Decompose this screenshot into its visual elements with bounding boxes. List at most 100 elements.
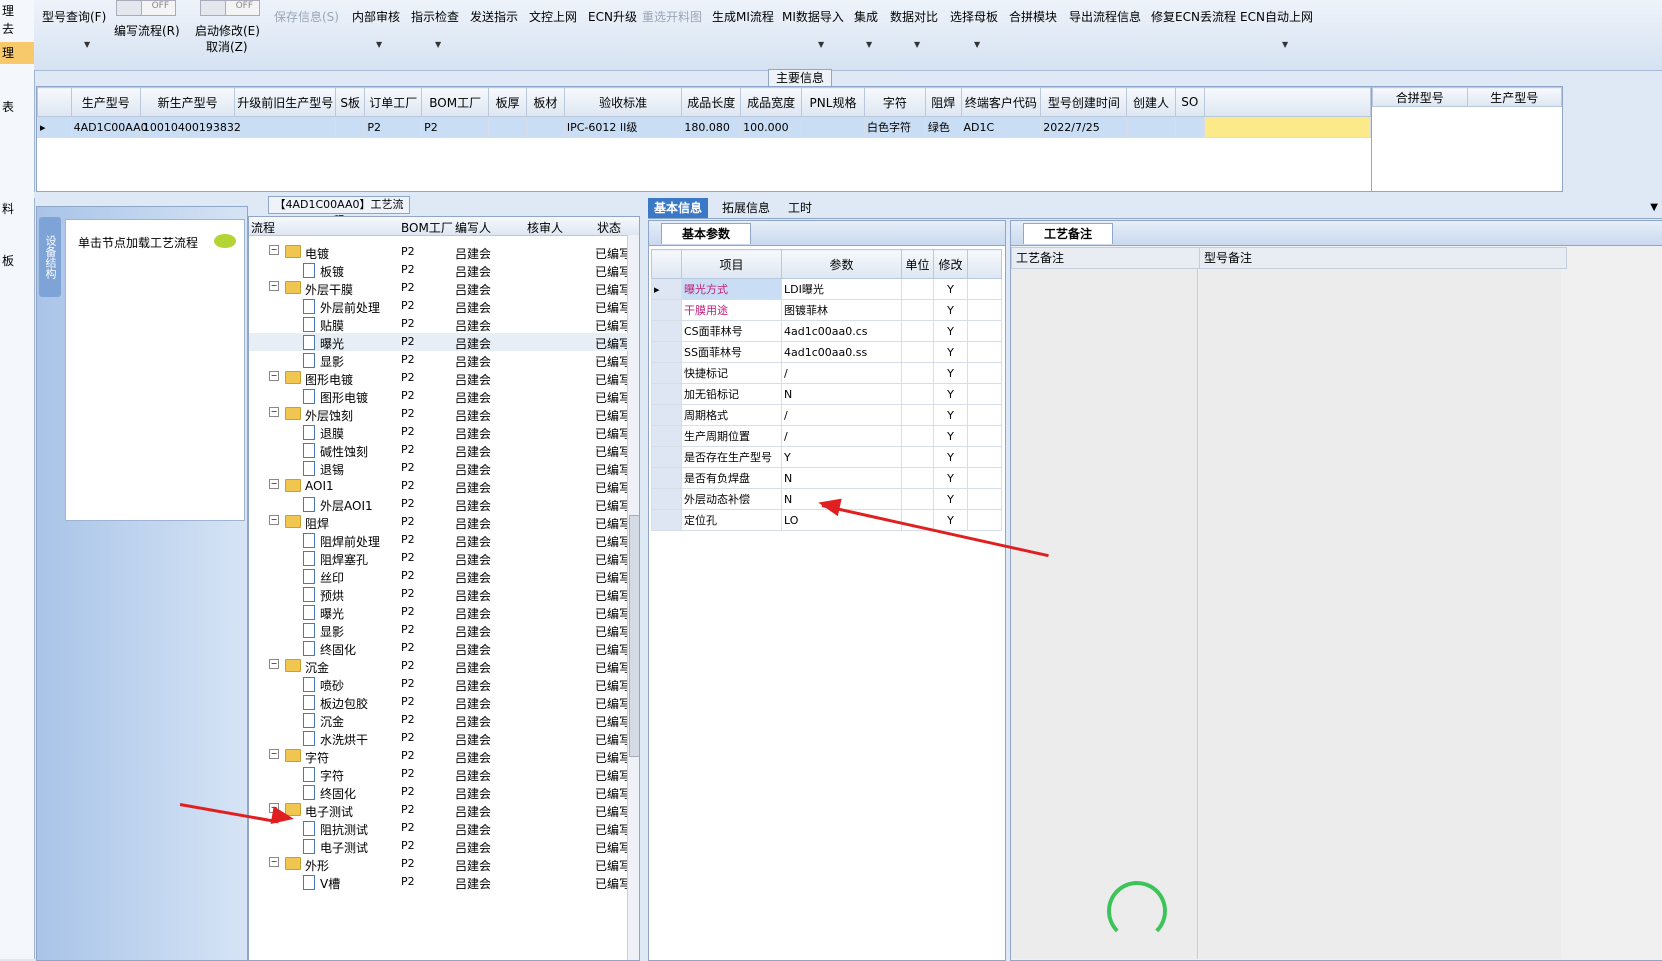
highlight-cell[interactable] [1204,116,1371,138]
table-cell[interactable]: 2022/7/25 [1040,116,1128,138]
table-cell[interactable] [1126,116,1176,138]
param-modify[interactable]: Y [933,320,968,342]
toolbar-button[interactable]: 集成 [854,8,878,25]
left-strip-item[interactable]: 板 [0,250,34,272]
collapse-icon[interactable]: − [269,659,279,669]
detail-tab[interactable]: 基本信息 [648,198,709,218]
tree-row[interactable]: − 外层干膜 P2 吕建会 已编写 [249,279,629,297]
col-header[interactable]: 升级前旧生产型号 [234,87,337,117]
param-modify[interactable]: Y [933,404,968,426]
tree-row[interactable]: − 阻焊 P2 吕建会 已编写 [249,513,629,531]
toolbar-button[interactable]: ECN升级 [588,8,637,25]
col-header[interactable]: 成品长度 [681,87,742,117]
tree-row[interactable]: − 字符 P2 吕建会 已编写 [249,747,629,765]
col-header[interactable]: 字符 [863,87,926,117]
tree-row[interactable]: 沉金 P2 吕建会 已编写 [249,711,629,729]
tree-row[interactable]: − 沉金 P2 吕建会 已编写 [249,657,629,675]
tree-row[interactable]: 电子测试 P2 吕建会 已编写 [249,837,629,855]
param-unit[interactable] [901,425,934,447]
col-merge-model[interactable]: 合拼型号 [1372,87,1468,107]
tree-row[interactable]: − 外层蚀刻 P2 吕建会 已编写 [249,405,629,423]
col-process[interactable]: 流程 [251,219,275,236]
toolbar-button[interactable]: 数据对比 [890,8,938,25]
toolbar-button[interactable]: 编写流程(R) [114,22,180,39]
tab-equipment-structure[interactable]: 设备结构 [39,217,61,297]
tree-row[interactable]: 碱性蚀刻 P2 吕建会 已编写 [249,441,629,459]
collapse-icon[interactable]: − [269,407,279,417]
param-modify[interactable]: Y [933,278,968,300]
collapse-icon[interactable]: − [269,479,279,489]
tree-row[interactable]: 图形电镀 P2 吕建会 已编写 [249,387,629,405]
param-unit[interactable] [901,362,934,384]
col-header[interactable]: 验收标准 [563,87,683,117]
toolbar-button[interactable]: ECN自动上网 [1240,8,1313,25]
collapse-icon[interactable]: − [269,245,279,255]
param-modify[interactable]: Y [933,362,968,384]
col-header[interactable]: PNL规格 [801,87,865,117]
tree-row[interactable]: 显影 P2 吕建会 已编写 [249,621,629,639]
toolbar-button[interactable]: 选择母板 [950,8,998,25]
toolbar-button[interactable]: 指示检查 [411,8,459,25]
tree-row[interactable]: V槽 P2 吕建会 已编写 [249,873,629,891]
param-value[interactable]: 4ad1c00aa0.cs [781,320,902,342]
col-reviewer[interactable]: 核审人 [527,219,563,236]
param-unit[interactable] [901,299,934,321]
param-modify[interactable]: Y [933,299,968,321]
toolbar-button[interactable]: 合拼模块 [1009,8,1057,25]
dropdown-caret-icon[interactable]: ▼ [914,40,920,49]
collapse-icon[interactable]: − [269,281,279,291]
tree-row[interactable]: 喷砂 P2 吕建会 已编写 [249,675,629,693]
collapse-icon[interactable]: − [269,515,279,525]
write-process-toggle[interactable]: OFF [116,0,176,16]
left-strip-item[interactable]: 料 [0,198,34,220]
param-unit[interactable] [901,320,934,342]
remarks-tab[interactable]: 工艺备注 [1023,223,1114,244]
param-modify[interactable]: Y [933,425,968,447]
dropdown-caret-icon[interactable]: ▼ [1282,40,1288,49]
table-cell[interactable]: 10010400193832 [139,116,241,138]
col-author[interactable]: 编写人 [455,219,491,236]
tree-row[interactable]: − AOI1 P2 吕建会 已编写 [249,477,629,495]
param-row[interactable]: 快捷标记 / Y [651,362,1002,384]
col-production-model[interactable]: 生产型号 [1466,87,1562,107]
param-unit[interactable] [901,404,934,426]
tree-row[interactable]: 阻焊塞孔 P2 吕建会 已编写 [249,549,629,567]
table-cell[interactable]: 100.000 [740,116,803,138]
col-header[interactable]: 成品宽度 [740,87,803,117]
param-value[interactable]: / [781,404,902,426]
collapse-icon[interactable]: − [269,371,279,381]
process-remarks-textarea[interactable] [1011,269,1198,959]
toolbar-button[interactable]: MI数据导入 [782,8,844,25]
toolbar-button[interactable]: 生成MI流程 [712,8,774,25]
col-header[interactable]: 型号创建时间 [1040,87,1128,117]
left-strip-item[interactable]: 去 [0,18,34,40]
tab-menu-arrow-icon[interactable]: ▼ [1650,202,1658,213]
col-modify[interactable]: 修改 [933,249,968,279]
col-header[interactable]: BOM工厂 [421,87,490,117]
basic-params-tab[interactable]: 基本参数 [661,223,752,244]
tree-row[interactable]: 预烘 P2 吕建会 已编写 [249,585,629,603]
tree-row[interactable]: 终固化 P2 吕建会 已编写 [249,783,629,801]
col-header[interactable]: 阻焊 [924,87,962,117]
col-header[interactable]: 板厚 [488,87,528,117]
table-cell[interactable]: P2 [421,116,490,138]
param-unit[interactable] [901,341,934,363]
param-value[interactable]: 4ad1c00aa0.ss [781,341,902,363]
tree-row[interactable]: 退膜 P2 吕建会 已编写 [249,423,629,441]
table-cell[interactable] [488,116,528,138]
tree-row[interactable]: 丝印 P2 吕建会 已编写 [249,567,629,585]
tree-row[interactable]: − 图形电镀 P2 吕建会 已编写 [249,369,629,387]
collapse-icon[interactable]: − [269,857,279,867]
dropdown-caret-icon[interactable]: ▼ [866,40,872,49]
param-unit[interactable] [901,467,934,489]
detail-tab[interactable]: 拓展信息 [716,198,776,218]
toolbar-button[interactable]: 取消(Z) [206,38,248,55]
tree-row[interactable]: 水洗烘干 P2 吕建会 已编写 [249,729,629,747]
param-modify[interactable]: Y [933,446,968,468]
table-cell[interactable]: 绿色 [924,116,962,138]
param-row[interactable]: 干膜用途 图镀菲林 Y [651,299,1002,321]
dropdown-caret-icon[interactable]: ▼ [84,40,90,49]
tree-row[interactable]: 曝光 P2 吕建会 已编写 [249,603,629,621]
param-row[interactable]: 周期格式 / Y [651,404,1002,426]
col-header[interactable]: 创建人 [1126,87,1176,117]
